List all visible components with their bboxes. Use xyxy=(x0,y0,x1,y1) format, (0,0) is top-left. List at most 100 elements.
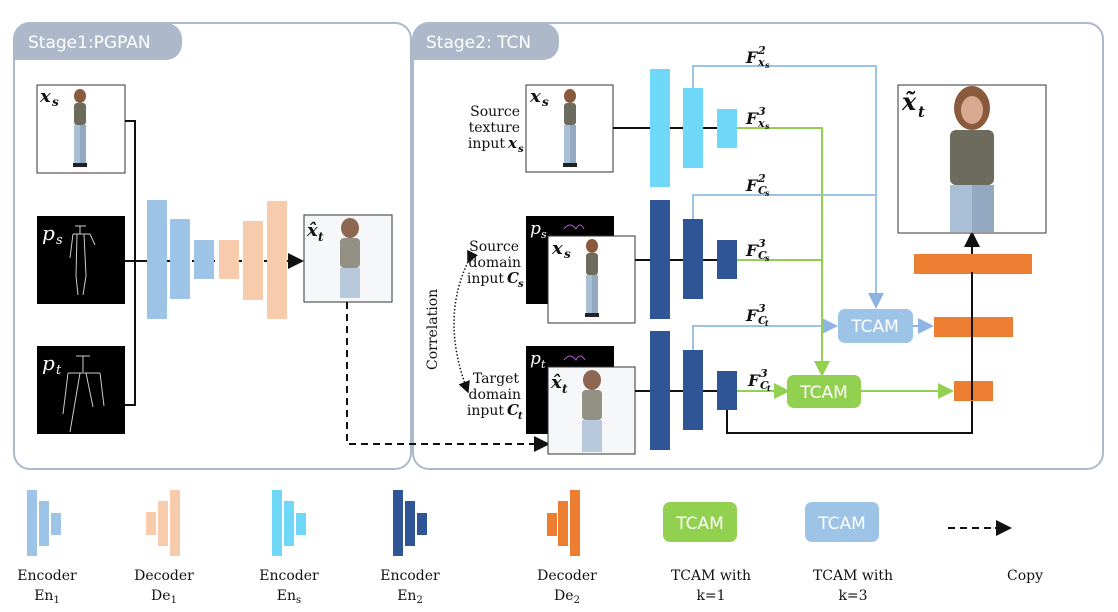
texture-subscript: s xyxy=(518,144,524,155)
legend-en1-icon-bar3 xyxy=(51,513,61,535)
en2s-layer-2 xyxy=(683,219,703,299)
xs-subscript: s xyxy=(52,95,59,109)
legend-tcam-k3-sub: k=3 xyxy=(838,588,867,604)
blurred-person-image xyxy=(340,218,360,298)
legend-de1-icon-bar2 xyxy=(158,501,168,546)
f3-xs-sub: x xyxy=(757,117,765,130)
legend-ens-icon-bar1 xyxy=(272,490,282,556)
target-domain-label-line3: input xyxy=(467,403,504,419)
f3-cs-base: F xyxy=(745,241,759,260)
target-domain-label-line1: Target xyxy=(473,371,520,387)
f2-cs-base: F xyxy=(745,176,759,195)
final-output-xt-tilde: x̃ t xyxy=(897,84,1047,234)
ps-symbol: p xyxy=(530,219,541,239)
legend-en2-icon-bar3 xyxy=(417,513,427,535)
legend-tcam-k3-name: TCAM with xyxy=(813,568,893,584)
en2t-layer-3 xyxy=(717,371,737,410)
texture-label-line1: Source xyxy=(470,104,520,120)
de2-layer-2 xyxy=(934,317,1013,337)
xs-symbol: x xyxy=(551,238,563,259)
stage1-input-xs: x s xyxy=(36,84,126,174)
label-f3-ct-top: F 3 C t xyxy=(745,302,769,328)
legend-en2-name: Encoder xyxy=(380,568,440,584)
cs-subscript: s xyxy=(518,279,524,290)
label-f3-ct-bottom: F 3 C t xyxy=(747,367,771,393)
legend-ens-icon-bar2 xyxy=(284,501,294,546)
xs-subscript: s xyxy=(542,95,549,109)
en2t-layer-1 xyxy=(650,331,670,450)
legend-en2: Encoder En2 xyxy=(380,490,440,606)
en2t-layer-2 xyxy=(683,350,703,430)
f3-cs-subsub: s xyxy=(765,253,770,263)
xt-hat-subscript: t xyxy=(318,230,324,244)
xs-symbol: x xyxy=(39,86,51,107)
person-image-large xyxy=(950,86,994,232)
legend-de2-name: Decoder xyxy=(537,568,597,584)
f2-xs-base: F xyxy=(745,48,759,67)
legend-en1-icon-bar2 xyxy=(39,501,49,546)
en2s-layer-3 xyxy=(717,240,737,279)
legend-de1-name: Decoder xyxy=(134,568,194,584)
xt-tilde-symbol: x̃ xyxy=(901,87,917,116)
en1-layer-2 xyxy=(170,219,190,299)
source-domain-label-line1: Source xyxy=(469,239,519,255)
de2-layer-1 xyxy=(954,381,993,401)
stage1-input-pt: p t xyxy=(37,346,125,434)
legend-en1-icon-bar1 xyxy=(27,490,37,556)
legend-copy-name: Copy xyxy=(1007,568,1043,584)
pt-symbol: p xyxy=(42,351,55,375)
f3-xs-base: F xyxy=(745,109,759,128)
ps-subscript: s xyxy=(541,228,547,241)
xt-hat-symbol: x̂ xyxy=(550,372,562,393)
pt-subscript: t xyxy=(541,358,546,371)
pt-symbol: p xyxy=(530,349,541,369)
legend-tcam-k3: TCAM TCAM with k=3 xyxy=(805,502,893,604)
xs-symbol: x xyxy=(529,86,541,107)
legend-de2-icon-bar3 xyxy=(570,490,580,556)
legend-tcam-k1-name: TCAM with xyxy=(671,568,751,584)
legend-tcam-k3-icon-label: TCAM xyxy=(817,514,866,534)
xt-hat-symbol: x̂ xyxy=(306,220,318,241)
f2-cs-subsub: s xyxy=(765,188,770,198)
legend-de2: Decoder De2 xyxy=(537,490,597,606)
legend-en2-icon-bar1 xyxy=(393,490,403,556)
architecture-diagram: Stage1:PGPAN Stage2: TCN x s p s p t x̂ … xyxy=(13,22,1104,606)
tcam-k1-block: TCAM xyxy=(787,375,861,408)
de1-layer-1 xyxy=(219,240,239,279)
legend-de1: Decoder De1 xyxy=(134,490,194,606)
de2-layer-3 xyxy=(914,254,1032,274)
pt-subscript: t xyxy=(56,363,62,378)
stage1-title: Stage1:PGPAN xyxy=(28,33,151,53)
legend-de1-sub: De1 xyxy=(151,588,177,606)
tcam-k1-label: TCAM xyxy=(799,383,848,403)
legend: Encoder En1 Decoder De1 Encoder Ens Enco… xyxy=(17,490,1043,606)
en1-layer-1 xyxy=(147,200,167,319)
ct-subscript: t xyxy=(518,411,523,422)
en1-layer-3 xyxy=(194,240,214,279)
ens-layer-3 xyxy=(717,109,737,148)
stage2-title: Stage2: TCN xyxy=(426,33,531,53)
legend-ens: Encoder Ens xyxy=(259,490,319,606)
f3-ct-top-base: F xyxy=(745,306,759,325)
ens-layer-1 xyxy=(650,69,670,187)
blurred-person-image xyxy=(582,370,602,452)
f3-xs-subsub: s xyxy=(765,121,770,131)
xt-tilde-subscript: t xyxy=(918,103,925,121)
ens-layer-2 xyxy=(683,88,703,168)
f2-xs-sub: x xyxy=(757,56,765,69)
legend-ens-icon-bar3 xyxy=(296,513,306,535)
texture-label-line3: input xyxy=(468,136,505,152)
ps-symbol: p xyxy=(42,221,55,245)
legend-tcam-k1: TCAM TCAM with k=1 xyxy=(663,502,751,604)
stage1-input-ps: p s xyxy=(37,216,125,304)
legend-copy: Copy xyxy=(948,520,1043,584)
f3-ct-bot-subsub: t xyxy=(767,383,771,393)
de1-layer-2 xyxy=(243,221,263,300)
de1-layer-3 xyxy=(267,201,287,319)
legend-en1-name: Encoder xyxy=(17,568,77,584)
xs-subscript: s xyxy=(564,247,571,261)
legend-tcam-k1-sub: k=1 xyxy=(696,588,725,604)
legend-de2-icon-bar2 xyxy=(558,501,568,546)
legend-ens-sub: Ens xyxy=(277,588,301,606)
tcam-k3-label: TCAM xyxy=(850,317,899,337)
